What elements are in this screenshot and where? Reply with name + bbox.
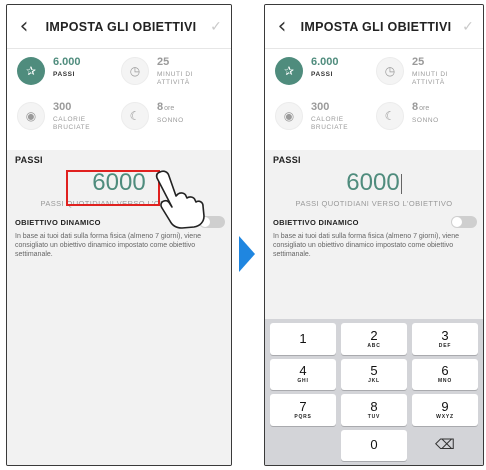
tile-value: 6.000 <box>311 56 339 68</box>
tile-value: 6.000 <box>53 56 81 68</box>
key-number: 0 <box>370 437 378 453</box>
key-2[interactable]: 2 ABC <box>341 323 407 355</box>
key-number: 3 <box>441 327 449 343</box>
key-letters: WXYZ <box>436 413 454 420</box>
key-7[interactable]: 7 PQRS <box>270 394 336 426</box>
steps-caption: PASSI QUOTIDIANI VERSO L'OBIETTIVO <box>295 199 453 208</box>
tile-activity[interactable]: ◷ 25 MINUTI DI ATTIVITÀ <box>376 55 477 100</box>
tile-steps[interactable]: ✰ 6.000 PASSI <box>275 55 376 100</box>
key-letters: DEF <box>438 342 452 349</box>
key-1[interactable]: 1 <box>270 323 336 355</box>
key-4[interactable]: 4 GHI <box>270 358 336 390</box>
key-letters: PQRS <box>294 413 312 420</box>
key-letters: TUV <box>367 413 381 420</box>
key-number: 1 <box>299 330 307 346</box>
tile-value: 8ore <box>412 101 439 115</box>
key-letters: MNO <box>437 378 453 385</box>
tap-hand-icon <box>155 170 205 229</box>
flame-icon: ◉ <box>17 102 45 130</box>
steps-input-focused[interactable]: 6000 <box>265 169 483 197</box>
tile-label: SONNO <box>157 117 184 124</box>
tile-label: MINUTI DI ATTIVITÀ <box>157 71 194 86</box>
footprint-icon: ✰ <box>17 57 45 85</box>
key-letters: JKL <box>368 378 380 385</box>
tile-label: CALORIE BRUCIATE <box>53 116 91 131</box>
tile-value: 300 <box>53 101 72 113</box>
moon-icon: ☾ <box>376 102 404 130</box>
clock-icon: ◷ <box>121 57 149 85</box>
key-number: 4 <box>299 363 307 379</box>
tile-label: PASSI <box>311 71 334 78</box>
key-8[interactable]: 8 TUV <box>341 394 407 426</box>
page-title: IMPOSTA GLI OBIETTIVI <box>45 19 197 34</box>
goal-tiles: ✰ 6.000 PASSI ◷ 25 MINUTI DI ATTIVITÀ ◉ 30… <box>7 49 231 149</box>
phone-screen-after: ‹ IMPOSTA GLI OBIETTIVI ✓ ✰ 6.000 PASSI ◷… <box>264 4 484 466</box>
tile-value-unit: ore <box>419 105 430 112</box>
dynamic-goal-row: OBIETTIVO DINAMICO <box>265 208 483 228</box>
tile-value-number: 8 <box>412 101 419 113</box>
backspace-key[interactable]: ⌫ <box>412 430 478 462</box>
tile-label: MINUTI DI ATTIVITÀ <box>412 71 449 86</box>
toggle-knob <box>452 217 462 227</box>
tile-value-unit: ore <box>164 105 175 112</box>
dynamic-goal-description: In base ai tuoi dati sulla forma fisica … <box>15 233 201 258</box>
page-title: IMPOSTA GLI OBIETTIVI <box>300 19 452 34</box>
tile-label: CALORIE BRUCIATE <box>311 116 349 131</box>
tile-label: SONNO <box>412 117 439 124</box>
footprint-icon: ✰ <box>275 57 303 85</box>
dynamic-goal-label: OBIETTIVO DINAMICO <box>15 217 101 227</box>
tile-sleep[interactable]: ☾ 8ore SONNO <box>121 100 225 145</box>
chevron-left-icon[interactable]: ‹ <box>7 14 41 39</box>
tile-label: PASSI <box>53 71 76 78</box>
key-letters: ABC <box>367 342 381 349</box>
header: ‹ IMPOSTA GLI OBIETTIVI ✓ <box>265 5 483 49</box>
header: ‹ IMPOSTA GLI OBIETTIVI ✓ <box>7 5 231 49</box>
phone-screen-before: ‹ IMPOSTA GLI OBIETTIVI ✓ ✰ 6.000 PASSI ◷… <box>6 4 232 466</box>
tile-activity[interactable]: ◷ 25 MINUTI DI ATTIVITÀ <box>121 55 225 100</box>
steps-input-value: 6000 <box>346 169 400 196</box>
arrow-icon <box>239 236 255 272</box>
clock-icon: ◷ <box>376 57 404 85</box>
check-icon[interactable]: ✓ <box>453 19 483 35</box>
key-number: 2 <box>370 327 378 343</box>
key-blank <box>270 430 336 462</box>
key-3[interactable]: 3 DEF <box>412 323 478 355</box>
tile-value: 25 <box>412 56 425 68</box>
tile-value: 300 <box>311 101 330 113</box>
tile-value: 25 <box>157 56 170 68</box>
key-5[interactable]: 5 JKL <box>341 358 407 390</box>
dynamic-goal-label: OBIETTIVO DINAMICO <box>273 217 359 227</box>
dynamic-goal-toggle[interactable] <box>451 216 477 228</box>
key-number: 6 <box>441 363 449 379</box>
tile-sleep[interactable]: ☾ 8ore SONNO <box>376 100 477 145</box>
goal-tiles: ✰ 6.000 PASSI ◷ 25 MINUTI DI ATTIVITÀ ◉ 30… <box>265 49 483 149</box>
check-icon[interactable]: ✓ <box>201 19 231 35</box>
moon-icon: ☾ <box>121 102 149 130</box>
key-number: 9 <box>441 398 449 414</box>
dynamic-goal-description: In base ai tuoi dati sulla forma fisica … <box>273 233 459 258</box>
flame-icon: ◉ <box>275 102 303 130</box>
key-0[interactable]: 0 <box>341 429 407 461</box>
chevron-left-icon[interactable]: ‹ <box>265 14 299 39</box>
key-6[interactable]: 6 MNO <box>412 358 478 390</box>
section-title: PASSI <box>15 155 43 165</box>
tile-steps[interactable]: ✰ 6.000 PASSI <box>17 55 121 100</box>
section-title: PASSI <box>273 155 301 165</box>
key-9[interactable]: 9 WXYZ <box>412 394 478 426</box>
tile-calories[interactable]: ◉ 300 CALORIE BRUCIATE <box>17 100 121 145</box>
key-number: 7 <box>299 398 307 414</box>
text-cursor <box>400 173 402 194</box>
tile-value: 8ore <box>157 101 184 115</box>
numeric-keypad: 1 2 ABC 3 DEF 4 GHI 5 JKL 6 MNO 7 PQRS 8 TUV 9W… <box>265 319 483 465</box>
tile-calories[interactable]: ◉ 300 CALORIE BRUCIATE <box>275 100 376 145</box>
tile-value-number: 8 <box>157 101 164 113</box>
key-letters: GHI <box>297 378 309 385</box>
backspace-icon: ⌫ <box>435 437 455 454</box>
key-number: 8 <box>370 398 378 414</box>
key-number: 5 <box>370 363 378 379</box>
